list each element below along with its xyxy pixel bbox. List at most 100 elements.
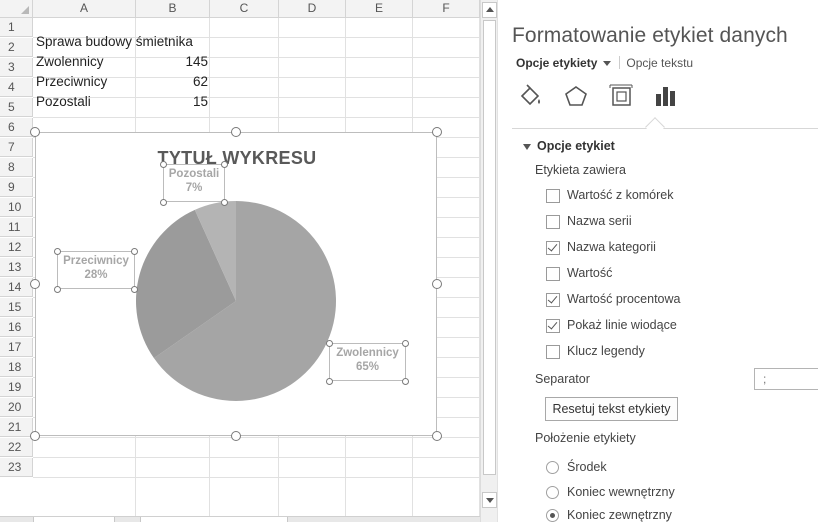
label-handle[interactable]	[221, 161, 228, 168]
option-position-inside-end[interactable]: Koniec wewnętrzny	[567, 485, 675, 499]
checkbox-value[interactable]	[546, 267, 560, 281]
vertical-scrollbar[interactable]	[480, 0, 497, 522]
fill-line-icon[interactable]	[518, 82, 544, 110]
scroll-down-icon[interactable]	[482, 492, 497, 508]
checkbox-category-name[interactable]	[546, 241, 560, 255]
chart-resize-handle[interactable]	[231, 127, 241, 137]
cell-b4[interactable]: 15	[136, 92, 208, 111]
select-all-corner[interactable]	[0, 0, 33, 18]
label-handle[interactable]	[54, 286, 61, 293]
chart-title[interactable]: TYTUŁ WYKRESU	[36, 148, 438, 169]
label-handle[interactable]	[221, 199, 228, 206]
cell-a3[interactable]: Przeciwnicy	[36, 72, 107, 91]
radio-outside-end[interactable]	[546, 509, 559, 522]
radio-inside-end[interactable]	[546, 486, 559, 499]
checkbox-legend-key[interactable]	[546, 345, 560, 359]
column-header-e[interactable]: E	[346, 0, 413, 18]
cell-a4[interactable]: Pozostali	[36, 92, 91, 111]
size-properties-icon[interactable]	[608, 82, 634, 110]
label-handle[interactable]	[160, 199, 167, 206]
option-series-name[interactable]: Nazwa serii	[567, 214, 632, 228]
column-header-a[interactable]: A	[33, 0, 136, 18]
checkbox-percentage[interactable]	[546, 293, 560, 307]
tab-label-options[interactable]: Opcje etykiety	[516, 56, 597, 70]
row-header[interactable]: 4	[0, 78, 33, 97]
label-handle[interactable]	[402, 378, 409, 385]
row-header[interactable]: 18	[0, 358, 33, 377]
row-header[interactable]: 11	[0, 218, 33, 237]
cell-a1[interactable]: Sprawa budowy śmietnika	[36, 32, 193, 51]
row-header[interactable]: 13	[0, 258, 33, 277]
chart-resize-handle[interactable]	[432, 279, 442, 289]
scrollbar-thumb[interactable]	[483, 20, 496, 475]
data-label-zwolennicy[interactable]: Zwolennicy 65%	[329, 343, 406, 381]
column-header-c[interactable]: C	[210, 0, 279, 18]
row-header[interactable]: 17	[0, 338, 33, 357]
chart-resize-handle[interactable]	[231, 431, 241, 441]
option-value[interactable]: Wartość	[567, 266, 612, 280]
row-header[interactable]: 7	[0, 138, 33, 157]
cell-b3[interactable]: 62	[136, 72, 208, 91]
tab-text-options[interactable]: Opcje tekstu	[626, 56, 693, 70]
chart-resize-handle[interactable]	[432, 127, 442, 137]
option-legend-key[interactable]: Klucz legendy	[567, 344, 645, 358]
chart-resize-handle[interactable]	[30, 431, 40, 441]
row-header[interactable]: 15	[0, 298, 33, 317]
label-handle[interactable]	[131, 248, 138, 255]
label-handle[interactable]	[326, 378, 333, 385]
bar-chart-icon[interactable]	[653, 82, 679, 110]
row-header[interactable]: 8	[0, 158, 33, 177]
column-header-b[interactable]: B	[136, 0, 210, 18]
row-header[interactable]: 5	[0, 98, 33, 117]
sheet-tab-strip[interactable]	[0, 516, 480, 522]
row-header[interactable]: 3	[0, 58, 33, 77]
option-show-leader-lines[interactable]: Pokaż linie wiodące	[567, 318, 677, 332]
checkbox-series-name[interactable]	[546, 215, 560, 229]
chart-resize-handle[interactable]	[30, 279, 40, 289]
row-header[interactable]: 12	[0, 238, 33, 257]
label-handle[interactable]	[160, 161, 167, 168]
label-handle[interactable]	[402, 340, 409, 347]
row-header[interactable]: 22	[0, 438, 33, 457]
row-header[interactable]: 10	[0, 198, 33, 217]
row-header[interactable]: 21	[0, 418, 33, 437]
option-position-outside-end[interactable]: Koniec zewnętrzny	[567, 508, 672, 522]
data-label-pozostali[interactable]: Pozostali 7%	[163, 164, 225, 202]
option-percentage[interactable]: Wartość procentowa	[567, 292, 680, 306]
data-label-przeciwnicy[interactable]: Przeciwnicy 28%	[57, 251, 135, 289]
row-header[interactable]: 1	[0, 18, 33, 37]
row-header[interactable]: 23	[0, 458, 33, 477]
row-header[interactable]: 6	[0, 118, 33, 137]
pie-chart[interactable]: TYTUŁ WYKRESU Pozostali 7% Przeciwnicy 2…	[35, 132, 437, 436]
label-handle[interactable]	[131, 286, 138, 293]
checkbox-show-leader-lines[interactable]	[546, 319, 560, 333]
column-header-d[interactable]: D	[279, 0, 346, 18]
reset-label-text-button[interactable]: Resetuj tekst etykiety	[545, 397, 678, 421]
row-header[interactable]: 19	[0, 378, 33, 397]
cell-a2[interactable]: Zwolennicy	[36, 52, 104, 71]
row-header[interactable]: 16	[0, 318, 33, 337]
chart-resize-handle[interactable]	[30, 127, 40, 137]
sheet-tab[interactable]	[140, 517, 288, 522]
option-value-from-cells[interactable]: Wartość z komórek	[567, 188, 674, 202]
option-position-center[interactable]: Środek	[567, 460, 607, 474]
option-category-name[interactable]: Nazwa kategorii	[567, 240, 656, 254]
row-header[interactable]: 9	[0, 178, 33, 197]
chevron-down-icon[interactable]	[603, 60, 612, 66]
row-header[interactable]: 2	[0, 38, 33, 57]
sheet-tab[interactable]	[33, 517, 115, 522]
effects-pentagon-icon[interactable]	[563, 82, 589, 110]
label-handle[interactable]	[54, 248, 61, 255]
cell-b2[interactable]: 145	[136, 52, 208, 71]
spreadsheet-grid[interactable]: A B C D E F 1 2 3 4 5 6 7 8 9 10 11 12 13 14 15 16 17 18 1…	[0, 0, 480, 522]
label-handle[interactable]	[326, 340, 333, 347]
scroll-up-icon[interactable]	[482, 2, 497, 18]
chart-resize-handle[interactable]	[432, 431, 442, 441]
column-header-f[interactable]: F	[413, 0, 480, 18]
section-label-options[interactable]: Opcje etykiet	[523, 139, 615, 153]
checkbox-value-from-cells[interactable]	[546, 189, 560, 203]
radio-center[interactable]	[546, 461, 559, 474]
separator-input[interactable]: ;	[754, 368, 818, 390]
collapse-triangle-icon[interactable]	[523, 143, 531, 150]
row-header[interactable]: 14	[0, 278, 33, 297]
